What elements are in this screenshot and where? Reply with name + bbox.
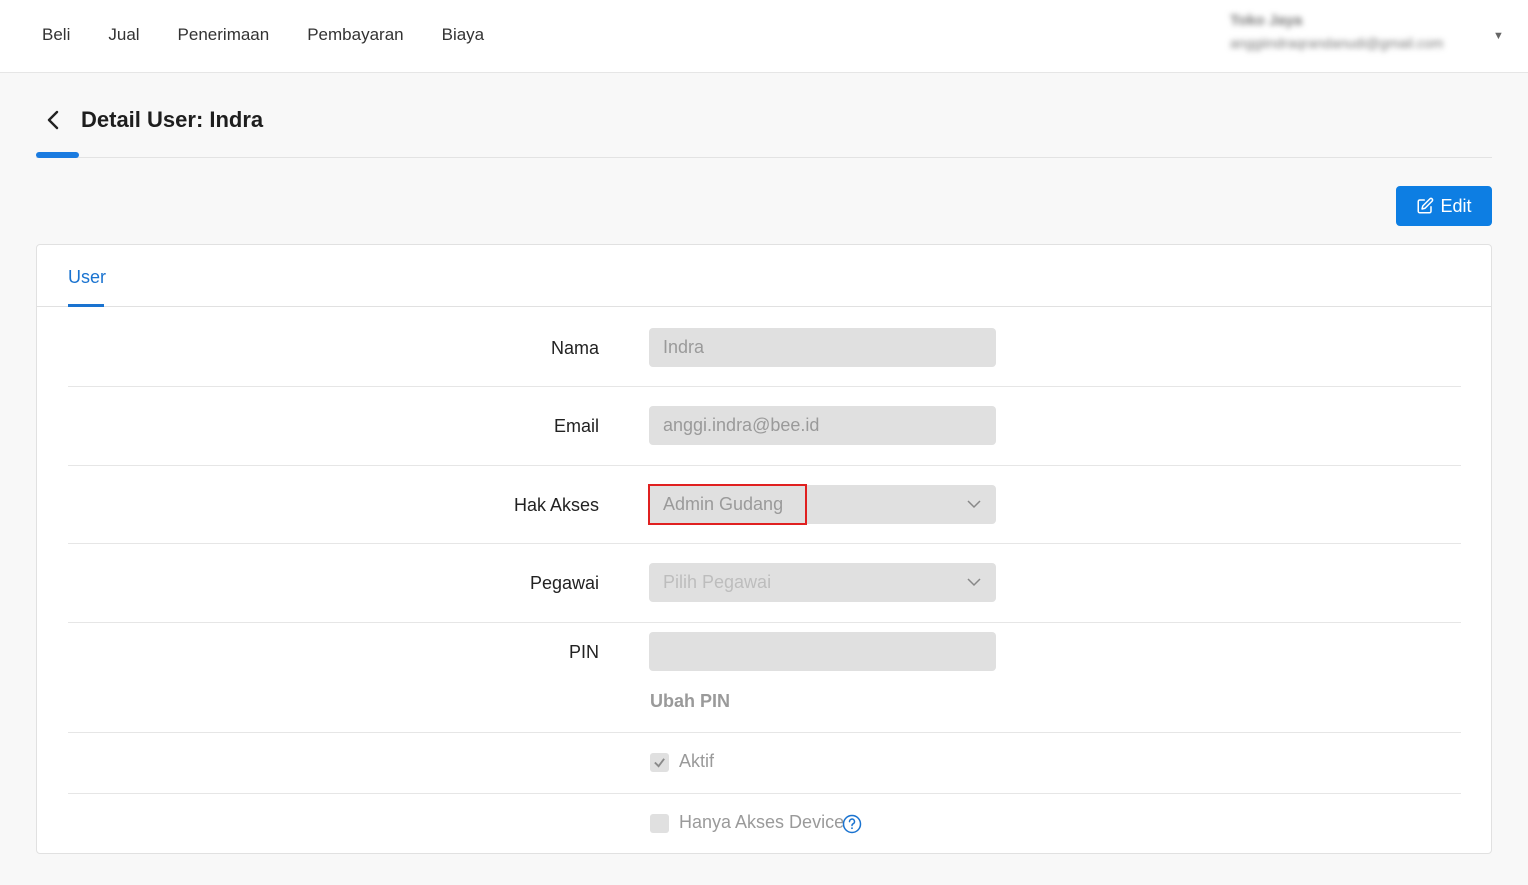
back-arrow-icon[interactable] [42,108,66,132]
hak-akses-value: Admin Gudang [663,494,784,514]
hak-akses-select[interactable]: Admin Gudang [648,484,996,525]
nav-item-jual[interactable]: Jual [108,25,139,45]
email-label: Email [553,416,599,436]
top-navbar: Beli Jual Penerimaan Pembayaran Biaya To… [0,0,1528,73]
nav-item-biaya[interactable]: Biaya [442,25,485,45]
nav-item-beli[interactable]: Beli [42,25,70,45]
aktif-label: Aktif [679,751,715,771]
main-nav: Beli Jual Penerimaan Pembayaran Biaya [42,25,522,45]
form-row-pin: PIN Ubah PIN [68,623,1461,733]
form-row-nama: Nama Indra [68,307,1461,387]
caret-down-icon[interactable]: ▼ [1493,30,1504,42]
nav-item-pembayaran[interactable]: Pembayaran [307,25,403,45]
form-row-hak-akses: Hak Akses Admin Gudang [68,466,1461,544]
form-row-email: Email anggi.indra@bee.id [68,387,1461,466]
pin-label: PIN [568,642,599,662]
pegawai-select[interactable]: Pilih Pegawai [649,563,996,602]
nama-field[interactable]: Indra [649,328,996,367]
account-menu[interactable]: Toko Jaya anggiindraqrandanudi@gmail.com [1230,12,1490,51]
page-header: Detail User: Indra [36,100,1492,158]
aktif-checkbox[interactable] [650,753,669,772]
pin-field[interactable] [649,632,996,671]
edit-button[interactable]: Edit [1396,186,1492,226]
help-icon[interactable] [842,814,862,834]
email-field[interactable]: anggi.indra@bee.id [649,406,996,445]
hanya-akses-device-checkbox[interactable] [650,814,669,833]
pegawai-placeholder: Pilih Pegawai [663,572,772,592]
edit-icon [1417,197,1434,214]
hanya-akses-device-label: Hanya Akses Device [679,812,845,832]
chevron-down-icon [967,578,981,587]
chevron-down-icon [967,500,981,509]
page-title: Detail User: Indra [81,107,264,132]
account-name: Toko Jaya [1230,12,1303,29]
nama-label: Nama [550,338,599,358]
nama-value: Indra [663,337,705,357]
pegawai-label: Pegawai [529,573,599,593]
hak-akses-label: Hak Akses [513,495,599,515]
nav-item-penerimaan[interactable]: Penerimaan [178,25,270,45]
form-row-pegawai: Pegawai Pilih Pegawai [68,544,1461,623]
user-detail-card: User Nama Indra Email anggi.indra@bee.id… [36,244,1492,854]
tab-bar: User [37,245,1491,307]
ubah-pin-link[interactable]: Ubah PIN [650,691,730,712]
edit-button-label: Edit [1440,195,1472,216]
email-value: anggi.indra@bee.id [663,415,820,435]
title-underline [36,152,79,158]
tab-user[interactable]: User [68,267,106,288]
form-row-aktif: Aktif [68,733,1461,794]
account-email: anggiindraqrandanudi@gmail.com [1230,35,1444,51]
checkmark-icon [654,758,665,768]
form-row-hanya-akses-device: Hanya Akses Device [68,794,1461,854]
